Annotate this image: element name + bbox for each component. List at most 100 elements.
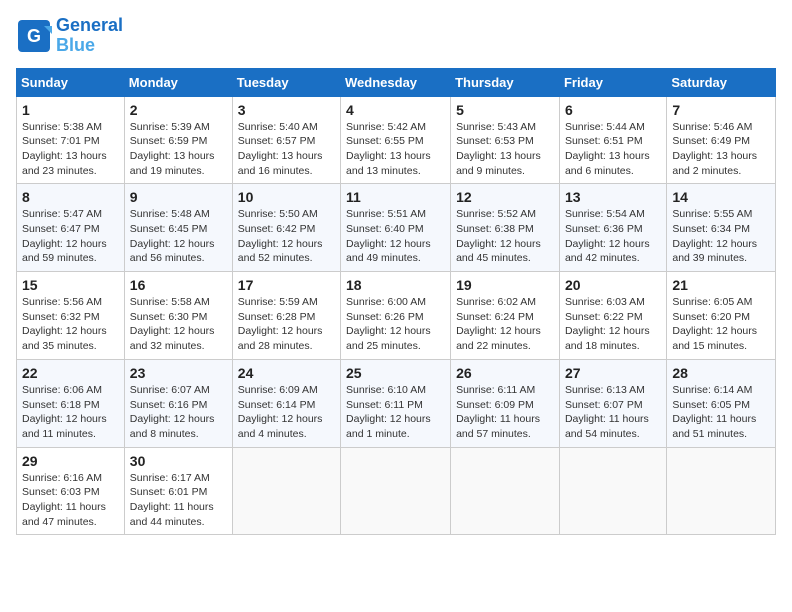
- day-info: Sunrise: 5:48 AM Sunset: 6:45 PM Dayligh…: [130, 207, 227, 266]
- day-info: Sunrise: 6:09 AM Sunset: 6:14 PM Dayligh…: [238, 383, 335, 442]
- day-number: 29: [22, 453, 119, 469]
- day-number: 16: [130, 277, 227, 293]
- day-info: Sunrise: 6:07 AM Sunset: 6:16 PM Dayligh…: [130, 383, 227, 442]
- day-cell: 25Sunrise: 6:10 AM Sunset: 6:11 PM Dayli…: [341, 359, 451, 447]
- day-cell: 26 Sunrise: 6:11 AM Sunset: 6:09 PM Dayli…: [451, 359, 560, 447]
- day-cell: 28Sunrise: 6:14 AM Sunset: 6:05 PM Dayli…: [667, 359, 776, 447]
- day-number: 30: [130, 453, 227, 469]
- day-number: 6: [565, 102, 661, 118]
- calendar-body: 1 Sunrise: 5:38 AM Sunset: 7:01 PM Daylig…: [17, 96, 776, 535]
- day-number: 26: [456, 365, 554, 381]
- day-cell: 24 Sunrise: 6:09 AM Sunset: 6:14 PM Dayli…: [232, 359, 340, 447]
- day-info: Sunrise: 5:59 AM Sunset: 6:28 PM Dayligh…: [238, 295, 335, 354]
- day-info: Sunrise: 5:58 AM Sunset: 6:30 PM Dayligh…: [130, 295, 227, 354]
- day-number: 21: [672, 277, 770, 293]
- day-cell: [667, 447, 776, 535]
- weekday-saturday: Saturday: [667, 68, 776, 96]
- day-cell: [232, 447, 340, 535]
- day-number: 23: [130, 365, 227, 381]
- day-cell: 20 Sunrise: 6:03 AM Sunset: 6:22 PM Dayli…: [559, 272, 666, 360]
- day-number: 22: [22, 365, 119, 381]
- day-info: Sunrise: 5:47 AM Sunset: 6:47 PM Dayligh…: [22, 207, 119, 266]
- week-row-5: 29Sunrise: 6:16 AM Sunset: 6:03 PM Dayli…: [17, 447, 776, 535]
- day-cell: 23 Sunrise: 6:07 AM Sunset: 6:16 PM Dayli…: [124, 359, 232, 447]
- day-cell: 6 Sunrise: 5:44 AM Sunset: 6:51 PM Daylig…: [559, 96, 666, 184]
- day-info: Sunrise: 6:00 AM Sunset: 6:26 PM Dayligh…: [346, 295, 445, 354]
- day-cell: 8 Sunrise: 5:47 AM Sunset: 6:47 PM Daylig…: [17, 184, 125, 272]
- day-number: 18: [346, 277, 445, 293]
- day-info: Sunrise: 5:55 AM Sunset: 6:34 PM Dayligh…: [672, 207, 770, 266]
- weekday-sunday: Sunday: [17, 68, 125, 96]
- weekday-monday: Monday: [124, 68, 232, 96]
- day-cell: 7 Sunrise: 5:46 AM Sunset: 6:49 PM Daylig…: [667, 96, 776, 184]
- day-number: 8: [22, 189, 119, 205]
- day-cell: 2Sunrise: 5:39 AM Sunset: 6:59 PM Daylig…: [124, 96, 232, 184]
- week-row-1: 1 Sunrise: 5:38 AM Sunset: 7:01 PM Daylig…: [17, 96, 776, 184]
- calendar-table: SundayMondayTuesdayWednesdayThursdayFrid…: [16, 68, 776, 536]
- day-cell: 21 Sunrise: 6:05 AM Sunset: 6:20 PM Dayli…: [667, 272, 776, 360]
- logo-icon: G: [16, 18, 52, 54]
- weekday-tuesday: Tuesday: [232, 68, 340, 96]
- day-number: 25: [346, 365, 445, 381]
- day-info: Sunrise: 5:51 AM Sunset: 6:40 PM Dayligh…: [346, 207, 445, 266]
- day-cell: [559, 447, 666, 535]
- day-cell: 3 Sunrise: 5:40 AM Sunset: 6:57 PM Daylig…: [232, 96, 340, 184]
- day-number: 15: [22, 277, 119, 293]
- day-number: 3: [238, 102, 335, 118]
- day-number: 17: [238, 277, 335, 293]
- day-info: Sunrise: 5:40 AM Sunset: 6:57 PM Dayligh…: [238, 120, 335, 179]
- day-cell: 29Sunrise: 6:16 AM Sunset: 6:03 PM Dayli…: [17, 447, 125, 535]
- day-cell: 11 Sunrise: 5:51 AM Sunset: 6:40 PM Dayli…: [341, 184, 451, 272]
- day-cell: 10Sunrise: 5:50 AM Sunset: 6:42 PM Dayli…: [232, 184, 340, 272]
- weekday-wednesday: Wednesday: [341, 68, 451, 96]
- day-number: 14: [672, 189, 770, 205]
- page-header: G General Blue: [16, 16, 776, 56]
- week-row-3: 15 Sunrise: 5:56 AM Sunset: 6:32 PM Dayli…: [17, 272, 776, 360]
- day-number: 20: [565, 277, 661, 293]
- day-number: 11: [346, 189, 445, 205]
- day-cell: 9 Sunrise: 5:48 AM Sunset: 6:45 PM Daylig…: [124, 184, 232, 272]
- weekday-thursday: Thursday: [451, 68, 560, 96]
- day-info: Sunrise: 6:11 AM Sunset: 6:09 PM Dayligh…: [456, 383, 554, 442]
- day-cell: 4Sunrise: 5:42 AM Sunset: 6:55 PM Daylig…: [341, 96, 451, 184]
- day-info: Sunrise: 5:43 AM Sunset: 6:53 PM Dayligh…: [456, 120, 554, 179]
- day-cell: 30 Sunrise: 6:17 AM Sunset: 6:01 PM Dayli…: [124, 447, 232, 535]
- day-info: Sunrise: 6:06 AM Sunset: 6:18 PM Dayligh…: [22, 383, 119, 442]
- day-number: 7: [672, 102, 770, 118]
- day-cell: 17 Sunrise: 5:59 AM Sunset: 6:28 PM Dayli…: [232, 272, 340, 360]
- day-cell: 22 Sunrise: 6:06 AM Sunset: 6:18 PM Dayli…: [17, 359, 125, 447]
- logo-text: General Blue: [56, 16, 123, 56]
- day-info: Sunrise: 6:17 AM Sunset: 6:01 PM Dayligh…: [130, 471, 227, 530]
- day-cell: 12 Sunrise: 5:52 AM Sunset: 6:38 PM Dayli…: [451, 184, 560, 272]
- day-info: Sunrise: 5:44 AM Sunset: 6:51 PM Dayligh…: [565, 120, 661, 179]
- day-info: Sunrise: 5:52 AM Sunset: 6:38 PM Dayligh…: [456, 207, 554, 266]
- day-cell: 27 Sunrise: 6:13 AM Sunset: 6:07 PM Dayli…: [559, 359, 666, 447]
- day-number: 24: [238, 365, 335, 381]
- day-number: 9: [130, 189, 227, 205]
- day-number: 12: [456, 189, 554, 205]
- week-row-4: 22 Sunrise: 6:06 AM Sunset: 6:18 PM Dayli…: [17, 359, 776, 447]
- day-number: 19: [456, 277, 554, 293]
- day-number: 13: [565, 189, 661, 205]
- day-cell: 1 Sunrise: 5:38 AM Sunset: 7:01 PM Daylig…: [17, 96, 125, 184]
- weekday-friday: Friday: [559, 68, 666, 96]
- day-info: Sunrise: 6:13 AM Sunset: 6:07 PM Dayligh…: [565, 383, 661, 442]
- day-info: Sunrise: 5:39 AM Sunset: 6:59 PM Dayligh…: [130, 120, 227, 179]
- day-info: Sunrise: 5:46 AM Sunset: 6:49 PM Dayligh…: [672, 120, 770, 179]
- day-info: Sunrise: 6:14 AM Sunset: 6:05 PM Dayligh…: [672, 383, 770, 442]
- day-number: 5: [456, 102, 554, 118]
- day-cell: [341, 447, 451, 535]
- day-info: Sunrise: 5:56 AM Sunset: 6:32 PM Dayligh…: [22, 295, 119, 354]
- week-row-2: 8 Sunrise: 5:47 AM Sunset: 6:47 PM Daylig…: [17, 184, 776, 272]
- day-number: 1: [22, 102, 119, 118]
- weekday-header-row: SundayMondayTuesdayWednesdayThursdayFrid…: [17, 68, 776, 96]
- day-cell: [451, 447, 560, 535]
- day-number: 27: [565, 365, 661, 381]
- day-number: 4: [346, 102, 445, 118]
- day-info: Sunrise: 6:05 AM Sunset: 6:20 PM Dayligh…: [672, 295, 770, 354]
- day-cell: 19Sunrise: 6:02 AM Sunset: 6:24 PM Dayli…: [451, 272, 560, 360]
- day-cell: 5 Sunrise: 5:43 AM Sunset: 6:53 PM Daylig…: [451, 96, 560, 184]
- logo: G General Blue: [16, 16, 123, 56]
- day-info: Sunrise: 6:03 AM Sunset: 6:22 PM Dayligh…: [565, 295, 661, 354]
- day-info: Sunrise: 5:38 AM Sunset: 7:01 PM Dayligh…: [22, 120, 119, 179]
